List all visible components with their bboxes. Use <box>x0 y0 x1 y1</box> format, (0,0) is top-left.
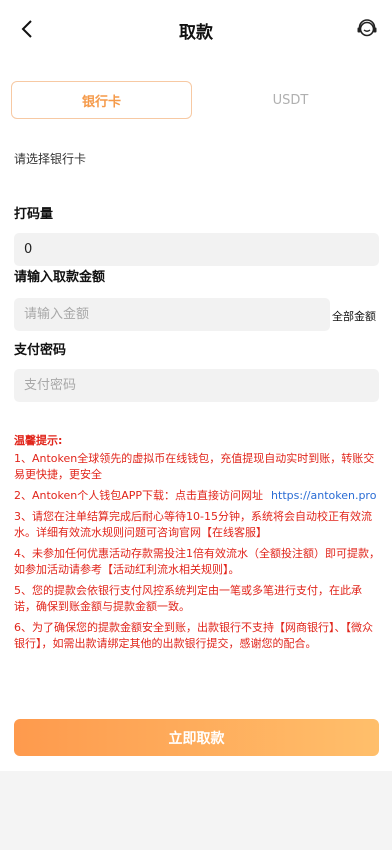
tips-title: 温馨提示: <box>14 434 63 447</box>
tip-item: 5、您的提款会依银行支付风控系统判定由一笔或多笔进行支付，在此承诺，确保到账金额… <box>14 584 362 613</box>
customer-service-button[interactable] <box>352 14 382 44</box>
password-label: 支付密码 <box>14 343 67 358</box>
all-amount-button[interactable]: 全部金额 <box>332 308 376 324</box>
wagering-value: 0 <box>14 233 379 266</box>
wagering-value-text: 0 <box>24 242 33 257</box>
amount-label: 请输入取款金额 <box>14 270 106 285</box>
withdraw-page: 取款 银行卡 USDT 请选择银行卡 打码量 0 请输入取款金额 全部金额 支付… <box>0 0 392 771</box>
tips-section: 温馨提示: 1、Antoken全球领先的虚拟币在线钱包，充值提现自动实时到账，转… <box>14 433 380 657</box>
withdraw-submit-button[interactable]: 立即取款 <box>14 719 379 756</box>
download-link[interactable]: https://antoken.pro <box>271 489 376 502</box>
tip-item: 4、未参加任何优惠活动存款需投注1倍有效流水（全额投注额）即可提款，如参加活动请… <box>14 547 380 576</box>
page-title: 取款 <box>179 23 213 43</box>
tip-item: 1、Antoken全球领先的虚拟币在线钱包，充值提现自动实时到账，转账交易更快捷… <box>14 452 375 481</box>
tab-usdt[interactable]: USDT <box>200 81 381 119</box>
wagering-label: 打码量 <box>14 207 54 222</box>
select-bank-card[interactable]: 请选择银行卡 <box>14 150 86 167</box>
customer-service-icon <box>357 19 377 37</box>
tip-item: 6、为了确保您的提款金额安全到账，出款银行不支持【网商银行】、【微众银行】，如需… <box>14 621 373 650</box>
tab-bank-card[interactable]: 银行卡 <box>11 81 192 119</box>
tip-item: 2、Antoken个人钱包APP下载：点击直接访问网址 https://antok… <box>14 488 380 504</box>
tip-item-text: 2、Antoken个人钱包APP下载：点击直接访问网址 <box>14 489 264 502</box>
password-input[interactable] <box>14 369 379 402</box>
amount-input[interactable] <box>14 298 330 331</box>
tip-item: 3、请您在注单结算完成后耐心等待10-15分钟，系统将会自动校正有效流水。详细有… <box>14 510 372 539</box>
